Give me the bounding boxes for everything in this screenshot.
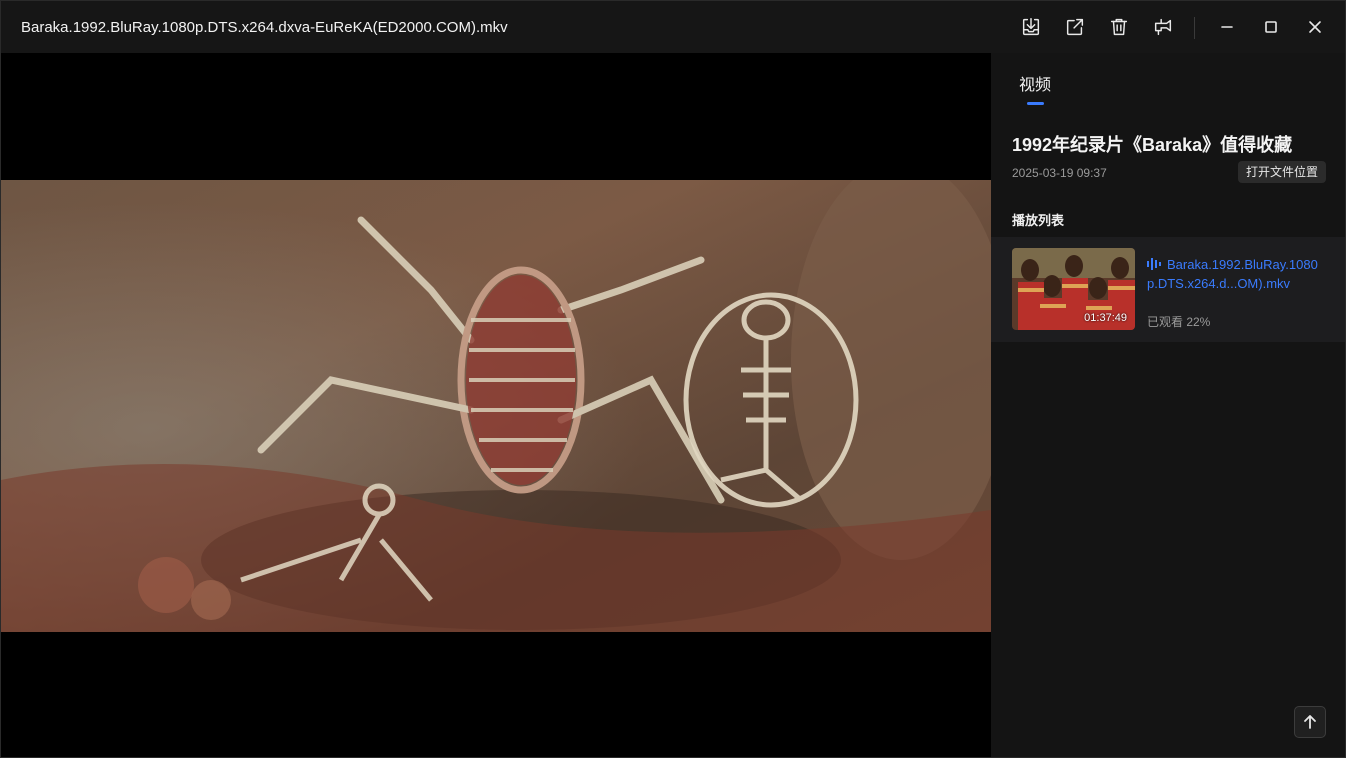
title-bar: Baraka.1992.BluRay.1080p.DTS.x264.dxva-E… [1,1,1345,53]
video-title: 1992年纪录片《Baraka》值得收藏 [1012,135,1293,155]
pin-button[interactable] [1149,13,1177,41]
playlist-duration: 01:37:49 [1084,312,1127,324]
minimize-icon [1221,26,1233,28]
video-player[interactable] [1,53,991,757]
video-date: 2025-03-19 09:37 [1012,166,1107,180]
download-button[interactable] [1017,13,1045,41]
watch-progress: 已观看 22% [1147,315,1211,329]
open-external-button[interactable] [1061,13,1089,41]
maximize-button[interactable] [1257,13,1285,41]
open-external-icon [1066,18,1084,36]
trash-icon [1110,18,1128,36]
sidebar: 视频 1992年纪录片《Baraka》值得收藏 2025-03-19 09:37… [991,53,1345,757]
tab-video[interactable]: 视频 [1019,71,1051,95]
maximize-icon [1265,21,1277,33]
playlist-item-label: Baraka.1992.BluRay.1080p.DTS.x264.d...OM… [1147,257,1318,291]
pin-icon [1154,18,1172,36]
video-frame [1,180,991,632]
playlist-item[interactable]: 01:37:49 Baraka.1992.BluRay.1080p.DTS.x2… [991,237,1345,342]
scroll-to-top-button[interactable] [1294,706,1326,738]
playlist-item-name: Baraka.1992.BluRay.1080p.DTS.x264.d...OM… [1147,255,1327,293]
open-location-button[interactable]: 打开文件位置 [1238,161,1327,183]
close-button[interactable] [1301,13,1329,41]
delete-button[interactable] [1105,13,1133,41]
arrow-up-icon [1304,715,1316,729]
close-icon [1309,21,1321,33]
now-playing-icon [1147,258,1161,270]
app-window: Baraka.1992.BluRay.1080p.DTS.x264.dxva-E… [0,0,1346,758]
window-title: Baraka.1992.BluRay.1080p.DTS.x264.dxva-E… [21,19,508,36]
download-icon [1022,18,1040,36]
minimize-button[interactable] [1213,13,1241,41]
toolbar-divider [1194,17,1195,39]
playlist-heading: 播放列表 [1012,213,1065,228]
tab-active-indicator [1027,102,1044,105]
playlist-thumbnail: 01:37:49 [1012,248,1135,330]
video-frame-image [1,180,991,632]
